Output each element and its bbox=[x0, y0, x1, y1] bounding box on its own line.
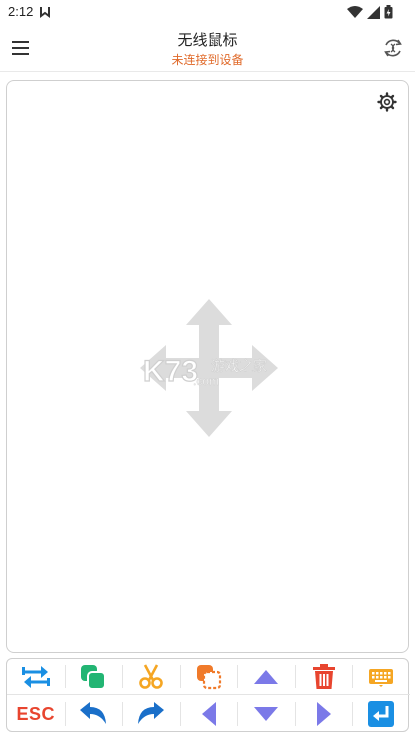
app-notification-icon bbox=[38, 4, 52, 23]
undo-button[interactable] bbox=[64, 696, 123, 732]
sync-icon bbox=[384, 39, 402, 57]
arrow-up-button[interactable] bbox=[237, 659, 295, 694]
arrow-up-icon bbox=[254, 669, 279, 684]
keyboard-button[interactable] bbox=[352, 659, 410, 694]
arrow-down-icon bbox=[254, 707, 279, 721]
connect-button[interactable] bbox=[381, 36, 405, 60]
paste-button[interactable] bbox=[179, 659, 238, 694]
arrow-down-button[interactable] bbox=[237, 696, 295, 732]
app-header: 无线鼠标 未连接到设备 bbox=[0, 24, 415, 72]
status-icons bbox=[347, 4, 393, 23]
shortcut-row-2: ESC bbox=[7, 696, 410, 732]
enter-button[interactable] bbox=[352, 696, 410, 732]
esc-label: ESC bbox=[16, 703, 56, 724]
paste-icon bbox=[196, 664, 221, 689]
redo-icon bbox=[137, 702, 164, 724]
watermark-logo: K73 游戏之家 .com bbox=[141, 351, 281, 391]
touchpad-area[interactable]: K73 游戏之家 .com bbox=[6, 80, 409, 653]
status-bar: 2:12 bbox=[0, 0, 415, 24]
touchpad-settings-button[interactable] bbox=[376, 91, 398, 113]
switch-windows-icon bbox=[21, 665, 50, 688]
title-block: 无线鼠标 未连接到设备 bbox=[0, 30, 415, 68]
delete-button[interactable] bbox=[294, 659, 353, 694]
delete-icon bbox=[312, 663, 335, 689]
copy-icon bbox=[81, 664, 107, 690]
watermark-domain: .com bbox=[193, 374, 219, 388]
shortcut-keyboard: ESC bbox=[6, 658, 410, 732]
copy-button[interactable] bbox=[64, 659, 123, 694]
cell-signal-icon bbox=[367, 4, 380, 23]
watermark-k73: K73 bbox=[143, 355, 198, 388]
wifi-icon bbox=[347, 4, 363, 23]
switch-window-button[interactable] bbox=[7, 659, 65, 694]
gear-icon bbox=[377, 92, 397, 112]
arrow-right-button[interactable] bbox=[294, 696, 353, 732]
redo-button[interactable] bbox=[122, 696, 180, 732]
arrow-right-icon bbox=[316, 702, 331, 726]
arrow-left-button[interactable] bbox=[179, 696, 238, 732]
watermark-sub: 游戏之家 bbox=[211, 358, 267, 375]
status-time: 2:12 bbox=[8, 4, 34, 19]
connection-status: 未连接到设备 bbox=[171, 53, 244, 67]
cut-icon bbox=[139, 663, 163, 689]
cut-button[interactable] bbox=[122, 659, 180, 694]
arrow-left-icon bbox=[201, 702, 216, 726]
esc-button[interactable]: ESC bbox=[7, 696, 65, 732]
enter-icon bbox=[368, 701, 395, 727]
shortcut-row-1 bbox=[7, 659, 410, 695]
undo-icon bbox=[80, 702, 107, 724]
keyboard-icon bbox=[369, 668, 394, 687]
page-title: 无线鼠标 bbox=[177, 31, 238, 49]
battery-icon bbox=[384, 4, 393, 23]
